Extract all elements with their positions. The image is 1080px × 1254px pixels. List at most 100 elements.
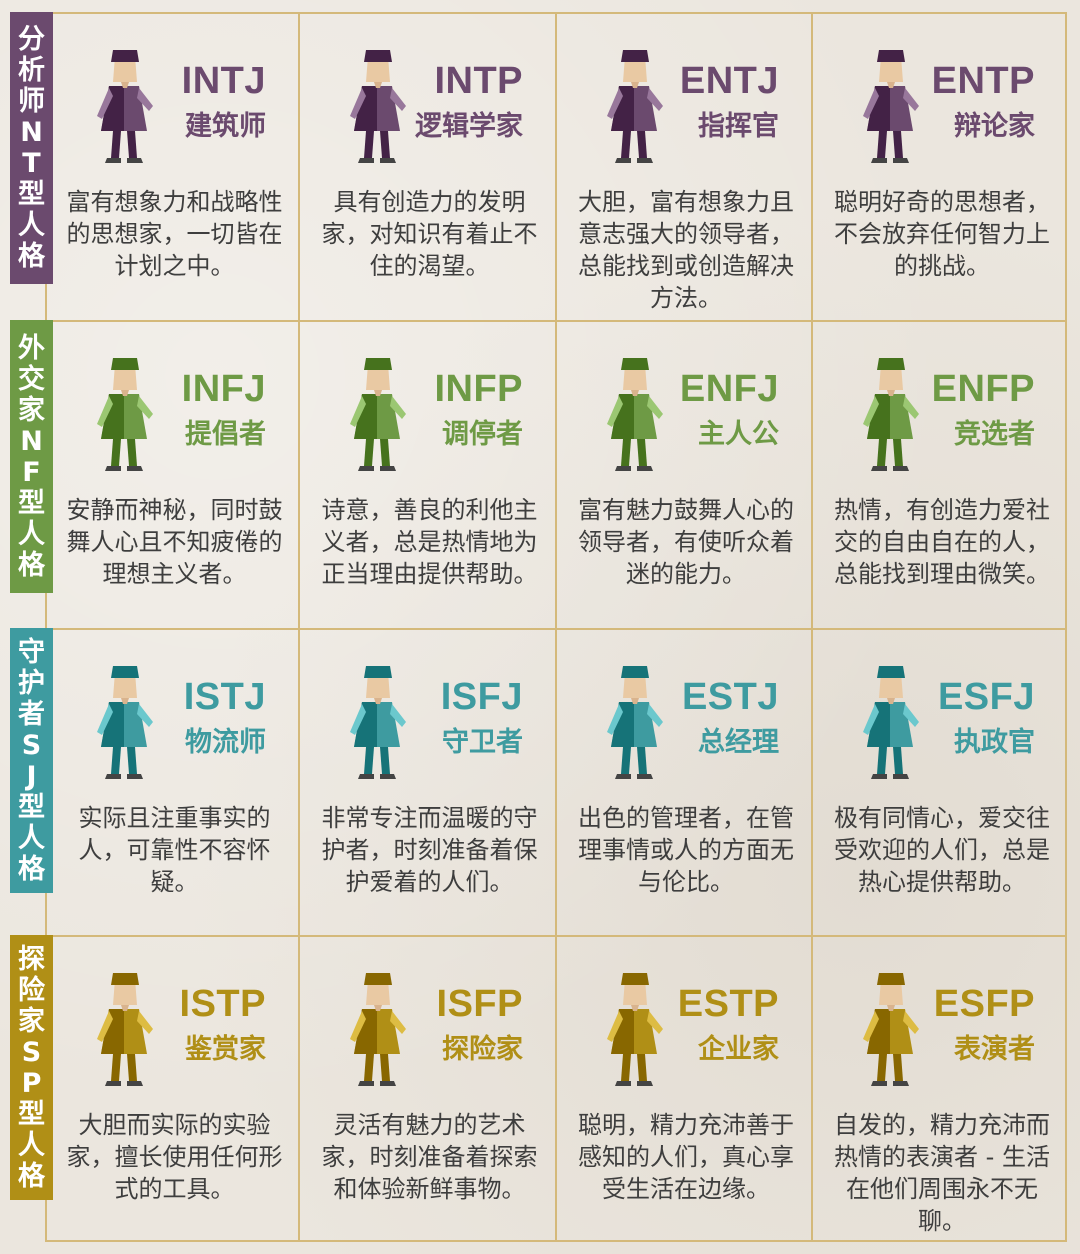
type-code: INFJ xyxy=(181,368,266,410)
group-label-char: 人 xyxy=(18,210,45,241)
group-label-char: 家 xyxy=(18,394,45,426)
group-label-char: 型 xyxy=(18,791,45,823)
commander-figure-icon xyxy=(579,36,689,166)
type-card-intp: INTP 逻辑学家具有创造力的发明家，对知识有着止不住的渴望。 xyxy=(300,14,557,322)
type-code: ISTP xyxy=(179,983,266,1025)
entertainer-figure-icon xyxy=(835,959,945,1089)
type-name: 表演者 xyxy=(954,1034,1035,1065)
entrepreneur-figure-icon xyxy=(579,959,689,1089)
group-label-char: 型 xyxy=(18,1098,45,1130)
group-label-char: S xyxy=(21,1036,42,1068)
type-description: 极有同情心，爱交往受欢迎的人们，总是热心提供帮助。 xyxy=(834,804,1050,896)
type-card-infp: INFP 调停者诗意，善良的利他主义者，总是热情地为正当理由提供帮助。 xyxy=(300,322,557,630)
advocate-figure-icon xyxy=(69,344,179,474)
group-label-char: 者 xyxy=(18,698,45,730)
type-card-estj: ESTJ 总经理出色的管理者，在管理事情或人的方面无与伦比。 xyxy=(557,630,813,937)
type-description: 富有想象力和战略性的思想家，一切皆在计划之中。 xyxy=(66,188,283,280)
group-label-char: J xyxy=(26,760,37,792)
type-card-isfp: ISFP 探险家灵活有魅力的艺术家，时刻准备着探索和体验新鲜事物。 xyxy=(300,937,557,1242)
type-card-entp: ENTP 辩论家聪明好奇的思想者，不会放弃任何智力上的挑战。 xyxy=(813,14,1067,322)
type-description: 自发的，精力充沛而热情的表演者 - 生活在他们周围永不无聊。 xyxy=(834,1111,1050,1235)
debater-figure-icon xyxy=(835,36,945,166)
type-name: 主人公 xyxy=(698,419,779,450)
type-code: INTJ xyxy=(181,60,266,102)
type-name: 鉴赏家 xyxy=(185,1034,266,1065)
type-description: 大胆，富有想象力且意志强大的领导者，总能找到或创造解决方法。 xyxy=(578,188,794,312)
type-name: 逻辑学家 xyxy=(415,111,523,142)
group-label-char: 师 xyxy=(18,86,45,117)
type-name: 竞选者 xyxy=(954,419,1035,450)
type-card-estp: ESTP 企业家 聪明，精力充沛善于感知的人们，真心享受生活在边缘。 xyxy=(557,937,813,1242)
type-description: 大胆而实际的实验家，擅长使用任何形式的工具。 xyxy=(66,1111,283,1203)
type-description: 富有魅力鼓舞人心的领导者，有使听众着迷的能力。 xyxy=(578,496,794,588)
type-card-istj: ISTJ 物流师 实际且注重事实的人，可靠性不容怀疑。 xyxy=(47,630,300,937)
group-label-nf: 外交家NF型人格 xyxy=(10,320,53,593)
defender-figure-icon xyxy=(322,652,432,782)
group-label-char: 析 xyxy=(18,55,45,86)
type-code: ENTJ xyxy=(679,60,779,102)
type-name: 总经理 xyxy=(698,727,779,758)
type-code: ESTP xyxy=(677,983,779,1025)
type-name: 提倡者 xyxy=(185,419,266,450)
type-name: 守卫者 xyxy=(442,727,523,758)
group-label-char: 格 xyxy=(18,241,45,272)
group-label-sj: 守护者SJ型人格 xyxy=(10,628,53,893)
type-name: 辩论家 xyxy=(954,111,1035,142)
type-card-isfj: ISFJ 守卫者非常专注而温暖的守护者，时刻准备着保护爱着的人们。 xyxy=(300,630,557,937)
type-card-enfj: ENFJ 主人公 富有魅力鼓舞人心的领导者，有使听众着迷的能力。 xyxy=(557,322,813,630)
type-description: 聪明好奇的思想者，不会放弃任何智力上的挑战。 xyxy=(834,188,1050,280)
type-name: 指挥官 xyxy=(698,111,779,142)
group-label-char: T xyxy=(22,148,41,179)
type-code: ESTJ xyxy=(681,676,779,718)
type-code: INFP xyxy=(434,368,523,410)
type-card-infj: INFJ 提倡者安静而神秘，同时鼓舞人心且不知疲倦的理想主义者。 xyxy=(47,322,300,630)
type-code: ISFP xyxy=(436,983,523,1025)
group-label-char: 险 xyxy=(18,974,45,1006)
type-code: ENTP xyxy=(931,60,1035,102)
mbti-chart: INTJ 建筑师 富有想象力和战略性的思想家，一切皆在计划之中。 INTP 逻辑学家具… xyxy=(0,0,1080,1254)
type-description: 安静而神秘，同时鼓舞人心且不知疲倦的理想主义者。 xyxy=(66,496,283,588)
group-label-char: 格 xyxy=(18,853,45,885)
architect-figure-icon xyxy=(69,36,179,166)
consul-figure-icon xyxy=(835,652,945,782)
group-label-char: F xyxy=(22,456,41,488)
type-name: 探险家 xyxy=(442,1034,523,1065)
group-label-sp: 探险家SP型人格 xyxy=(10,935,53,1200)
group-label-char: 型 xyxy=(18,487,45,519)
logician-figure-icon xyxy=(322,36,432,166)
type-code: ESFJ xyxy=(937,676,1035,718)
type-card-enfp: ENFP 竞选者 热情，有创造力爱社交的自由自在的人，总能找到理由微笑。 xyxy=(813,322,1067,630)
type-card-esfp: ESFP 表演者 自发的，精力充沛而热情的表演者 - 生活在他们周围永不无聊。 xyxy=(813,937,1067,1242)
type-description: 出色的管理者，在管理事情或人的方面无与伦比。 xyxy=(578,804,794,896)
group-label-char: 格 xyxy=(18,1160,45,1192)
group-label-char: 人 xyxy=(18,822,45,854)
group-label-nt: 分析师NT型人格 xyxy=(10,12,53,284)
type-description: 灵活有魅力的艺术家，时刻准备着探索和体验新鲜事物。 xyxy=(321,1111,538,1203)
type-code: INTP xyxy=(434,60,523,102)
type-description: 诗意，善良的利他主义者，总是热情地为正当理由提供帮助。 xyxy=(321,496,538,588)
group-label-char: 家 xyxy=(18,1005,45,1037)
type-name: 调停者 xyxy=(442,419,523,450)
type-name: 执政官 xyxy=(954,727,1035,758)
campaigner-figure-icon xyxy=(835,344,945,474)
type-card-intj: INTJ 建筑师 富有想象力和战略性的思想家，一切皆在计划之中。 xyxy=(47,14,300,322)
type-code: ISTJ xyxy=(183,676,266,718)
protagonist-figure-icon xyxy=(579,344,689,474)
group-label-char: 探 xyxy=(18,943,45,975)
type-name: 企业家 xyxy=(698,1034,779,1065)
group-label-char: 外 xyxy=(18,332,45,364)
group-label-char: P xyxy=(21,1067,42,1099)
type-description: 具有创造力的发明家，对知识有着止不住的渴望。 xyxy=(321,188,538,280)
type-code: ENFP xyxy=(931,368,1035,410)
type-name: 物流师 xyxy=(185,727,266,758)
type-code: ISFJ xyxy=(440,676,523,718)
group-label-char: 格 xyxy=(18,549,45,581)
type-description: 非常专注而温暖的守护者，时刻准备着保护爱着的人们。 xyxy=(321,804,538,896)
type-card-istp: ISTP 鉴赏家大胆而实际的实验家，擅长使用任何形式的工具。 xyxy=(47,937,300,1242)
logistician-figure-icon xyxy=(69,652,179,782)
group-label-char: 分 xyxy=(18,24,45,55)
adventurer-figure-icon xyxy=(322,959,432,1089)
group-label-char: 人 xyxy=(18,1129,45,1161)
group-label-char: N xyxy=(20,117,43,148)
mediator-figure-icon xyxy=(322,344,432,474)
